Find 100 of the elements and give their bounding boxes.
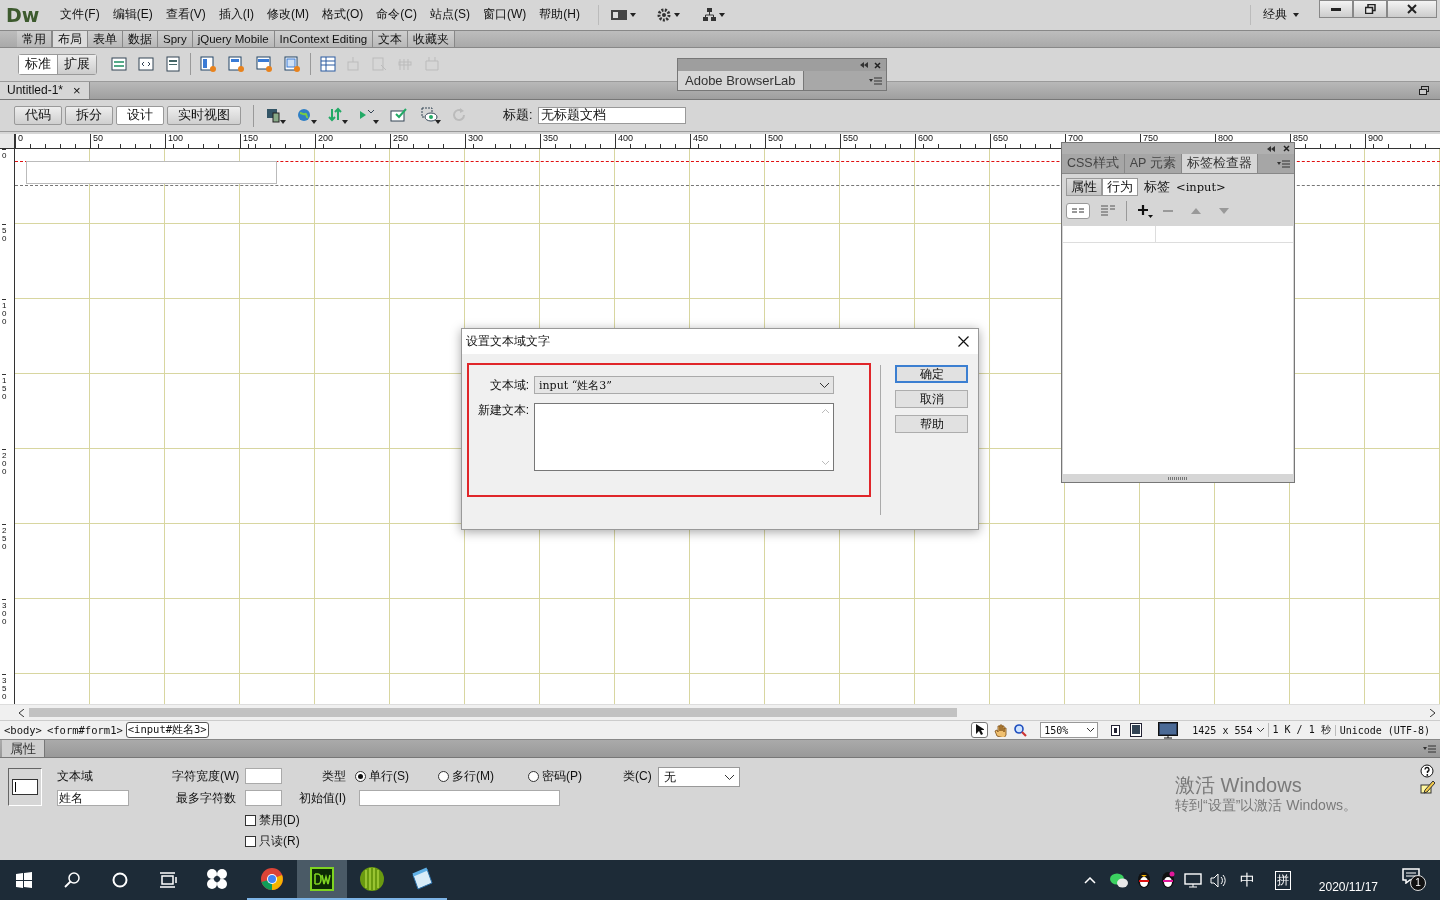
insert-tab[interactable]: jQuery Mobile: [192, 30, 275, 47]
insert-tab[interactable]: 收藏夹: [408, 30, 456, 47]
page-icon[interactable]: [165, 56, 181, 73]
tag-selector[interactable]: <input#姓名3>: [125, 722, 209, 739]
text-field-dropdown[interactable]: input “姓名3”: [534, 376, 834, 394]
clock-date[interactable]: 2020/11/17: [1318, 880, 1378, 894]
table-icon[interactable]: [111, 56, 127, 73]
layout-block-icon[interactable]: [200, 55, 217, 73]
menu-item[interactable]: 格式(O): [315, 4, 371, 26]
panel-menu-icon[interactable]: [869, 76, 882, 85]
tag-selector[interactable]: <form#form1>: [44, 723, 125, 738]
menu-item[interactable]: 查看(V): [158, 4, 213, 26]
panel-menu-icon[interactable]: [1277, 159, 1290, 168]
dialog-button[interactable]: 帮助: [895, 415, 968, 433]
add-icon[interactable]: [1137, 204, 1153, 218]
menu-item[interactable]: 修改(M): [260, 4, 316, 26]
collapse-icon[interactable]: [1267, 145, 1275, 152]
panel-tab[interactable]: 属性: [2, 740, 45, 758]
network-icon[interactable]: [1183, 872, 1202, 888]
penguin-icon[interactable]: [1135, 871, 1152, 889]
radio-button[interactable]: [528, 770, 539, 782]
dialog-button[interactable]: 确定: [895, 365, 968, 383]
insert-tab[interactable]: 表单: [88, 30, 123, 47]
panel-tab[interactable]: Adobe BrowserLab: [678, 71, 804, 90]
dialog-button[interactable]: 取消: [895, 390, 968, 408]
char-width-field[interactable]: [245, 768, 282, 785]
taskbar-app[interactable]: [297, 860, 347, 900]
minimize-button[interactable]: [1319, 0, 1353, 18]
view-button[interactable]: 实时视图: [167, 106, 241, 126]
mode-button[interactable]: 标准: [19, 54, 57, 74]
chat-bubbles-icon[interactable]: [1109, 872, 1128, 888]
window-size[interactable]: 1425 x 554: [1188, 724, 1257, 736]
validate-icon[interactable]: [359, 107, 380, 125]
restore-button[interactable]: [1353, 0, 1387, 18]
close-tab-button[interactable]: ×: [73, 82, 81, 98]
close-icon[interactable]: [874, 61, 881, 69]
panel-tab[interactable]: AP 元素: [1124, 154, 1182, 173]
phone-size-icon[interactable]: [1111, 724, 1121, 736]
checkbox[interactable]: [245, 835, 256, 847]
tablet-size-icon[interactable]: [1130, 723, 1143, 738]
panel-tab[interactable]: 标签检查器: [1181, 154, 1258, 173]
zoom-dropdown[interactable]: 150%: [1040, 722, 1099, 739]
help-icon[interactable]: [1420, 764, 1434, 779]
checkbox-label[interactable]: 禁用(D): [259, 811, 300, 829]
radio-button[interactable]: [438, 770, 449, 782]
insert-tab[interactable]: 布局: [52, 30, 88, 47]
scroll-right-icon[interactable]: [1429, 708, 1435, 717]
insert-tab[interactable]: 文本: [373, 30, 409, 47]
radio-label[interactable]: 单行(S): [369, 767, 409, 785]
notification-button[interactable]: 1: [1402, 868, 1426, 892]
insert-tab[interactable]: InContext Editing: [274, 30, 374, 47]
collapse-icon[interactable]: [860, 62, 868, 68]
zoom-icon[interactable]: [1014, 723, 1028, 737]
checkbox[interactable]: [245, 814, 256, 826]
cell-split-icon[interactable]: [372, 56, 388, 73]
menu-item[interactable]: 命令(C): [369, 4, 424, 26]
title-field[interactable]: 无标题文档: [538, 107, 687, 125]
class-dropdown[interactable]: 无: [658, 767, 740, 788]
resize-grip-icon[interactable]: [1168, 476, 1188, 480]
globe-icon[interactable]: [297, 107, 318, 125]
input-mode-indicator[interactable]: 拼: [1274, 870, 1291, 890]
view-button[interactable]: 设计: [116, 106, 164, 126]
chevron-up-icon[interactable]: [1083, 876, 1096, 884]
layout-block-icon[interactable]: [256, 55, 273, 73]
insert-tab[interactable]: 数据: [123, 30, 158, 47]
workspace-switcher[interactable]: 经典: [1263, 6, 1287, 24]
menu-item[interactable]: 窗口(W): [476, 4, 534, 26]
table-icon[interactable]: [320, 56, 336, 73]
close-icon[interactable]: [958, 336, 969, 347]
close-icon[interactable]: [1283, 145, 1290, 152]
devices-icon[interactable]: [266, 107, 287, 125]
text-input-field[interactable]: [26, 161, 277, 185]
eye-icon[interactable]: [421, 107, 442, 125]
caret-icon[interactable]: [1256, 728, 1264, 733]
hand-icon[interactable]: [994, 723, 1009, 737]
mode-button[interactable]: 扩展: [57, 54, 96, 74]
desktop-size-icon[interactable]: [1158, 721, 1179, 739]
view-button[interactable]: 拆分: [65, 106, 113, 126]
radio-label[interactable]: 多行(M): [452, 767, 494, 785]
layout-icon[interactable]: [611, 8, 637, 21]
initial-value-field[interactable]: [359, 790, 560, 807]
restore-icon[interactable]: [1419, 85, 1429, 95]
tag-selector[interactable]: <body>: [2, 723, 44, 738]
edit-icon[interactable]: [1420, 780, 1435, 795]
sitemap-icon[interactable]: [703, 7, 727, 22]
max-chars-field[interactable]: [245, 790, 282, 807]
panel-menu-icon[interactable]: [1423, 744, 1436, 753]
settings-icon[interactable]: [657, 7, 683, 22]
scroll-left-icon[interactable]: [19, 708, 25, 717]
radio-label[interactable]: 密码(P): [542, 767, 582, 785]
menu-item[interactable]: 文件(F): [53, 4, 107, 26]
menu-item[interactable]: 编辑(E): [105, 4, 160, 26]
insert-tab[interactable]: 常用: [17, 30, 52, 47]
layout-block-icon[interactable]: [284, 55, 301, 73]
penguin-icon[interactable]: [1159, 871, 1176, 889]
menu-item[interactable]: 插入(I): [211, 4, 261, 26]
menu-item[interactable]: 站点(S): [423, 4, 477, 26]
inspector-subtab[interactable]: 行为: [1102, 178, 1138, 196]
panel-tab[interactable]: CSS样式: [1062, 154, 1125, 173]
transfer-icon[interactable]: [328, 107, 349, 125]
